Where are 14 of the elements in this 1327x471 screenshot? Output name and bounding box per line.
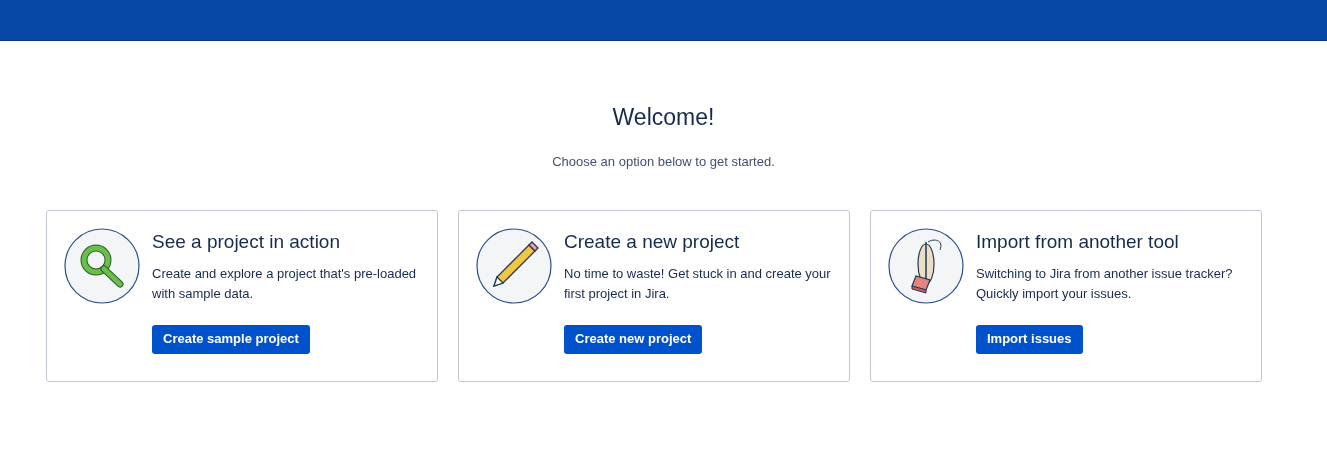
card-description: Switching to Jira from another issue tracker? Quickly import your issues. — [976, 264, 1234, 303]
action-button[interactable]: Import issues — [976, 324, 1083, 354]
card-title: See a project in action — [152, 229, 340, 254]
action-button[interactable]: Create new project — [564, 324, 703, 354]
welcome-heading: Welcome! — [612, 103, 715, 131]
magnifier-icon — [64, 227, 140, 304]
card-description: No time to waste! Get stuck in and create your first project in Jira. — [564, 264, 832, 303]
card-title: Import from another tool — [976, 229, 1179, 254]
action-button[interactable]: Create sample project — [152, 324, 310, 354]
vacuum-icon — [888, 227, 964, 304]
pencil-icon — [476, 227, 552, 304]
card-title: Create a new project — [564, 229, 740, 254]
subtitle: Choose an option below to get started. — [552, 153, 775, 171]
card-description: Create and explore a project that's pre-loaded with sample data. — [152, 264, 418, 303]
